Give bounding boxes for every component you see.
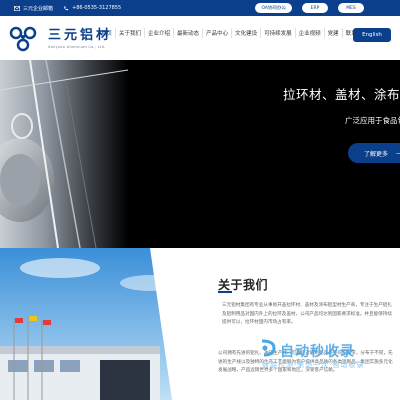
logo-mark-icon (9, 26, 37, 52)
nav-products[interactable]: 产品中心 (203, 28, 233, 38)
hero-banner: 拉环材、盖材、涂布铝 广泛应用于食品包装 了解更多 ⟶ (0, 60, 400, 248)
watermark-title: 自动秒收录 (280, 344, 355, 360)
nav-sustainability[interactable]: 可持续发展 (261, 28, 296, 38)
brand-name-en: Sanyuan Aluminum Co., Ltd. (48, 45, 106, 49)
nav-home[interactable]: 首页 (98, 28, 117, 38)
phone-number: +86-0535-3127855 (72, 5, 122, 11)
hero-photo (0, 60, 128, 248)
main-nav: 首页 关于我们 企业介绍 最新动态 产品中心 文化建设 可持续发展 企业视频 党… (98, 28, 371, 38)
about-text: 三元铝材集团有专业从事易开盖拉环材、盖材及涂布铝型材生产商，专注于生产铝扎及铝制… (222, 303, 392, 326)
nav-news[interactable]: 最新动态 (174, 28, 204, 38)
arrow-right-icon: ⟶ (396, 150, 400, 157)
nav-about[interactable]: 关于我们 (116, 28, 146, 38)
hero-title: 拉环材、盖材、涂布铝 (283, 87, 400, 102)
learn-more-label: 了解更多 (364, 150, 389, 158)
oa-button[interactable]: OA协同办公 (255, 3, 292, 13)
top-bar: 三元企业邮箱 +86-0535-3127855 OA协同办公 ERP MES (0, 0, 400, 16)
phone-icon (64, 5, 69, 10)
phone-info: +86-0535-3127855 (63, 5, 121, 11)
watermark-logo-icon (261, 339, 276, 357)
nav-company[interactable]: 企业介绍 (145, 28, 175, 38)
title-underline (218, 291, 232, 293)
mail-link[interactable]: 三元企业邮箱 (14, 5, 53, 12)
nav-culture[interactable]: 文化建设 (232, 28, 262, 38)
nav-video[interactable]: 企业视频 (296, 28, 325, 38)
english-button[interactable]: English (353, 28, 391, 42)
nav-party[interactable]: 党建 (325, 28, 343, 38)
mail-icon (14, 5, 20, 11)
mail-label: 三元企业邮箱 (23, 5, 54, 12)
logo[interactable]: 三元铝材 Sanyuan Aluminum Co., Ltd. (4, 18, 116, 58)
learn-more-button[interactable]: 了解更多 ⟶ (348, 143, 400, 163)
factory-photo (0, 248, 210, 400)
hero-subtitle: 广泛应用于食品包装 (345, 116, 400, 125)
site-header: 三元铝材 Sanyuan Aluminum Co., Ltd. 首页 关于我们 … (0, 16, 400, 60)
erp-button[interactable]: ERP (302, 3, 328, 13)
mes-button[interactable]: MES (338, 3, 364, 13)
watermark-subtitle: 智能检测·来访一次·自动收录 (262, 361, 365, 369)
